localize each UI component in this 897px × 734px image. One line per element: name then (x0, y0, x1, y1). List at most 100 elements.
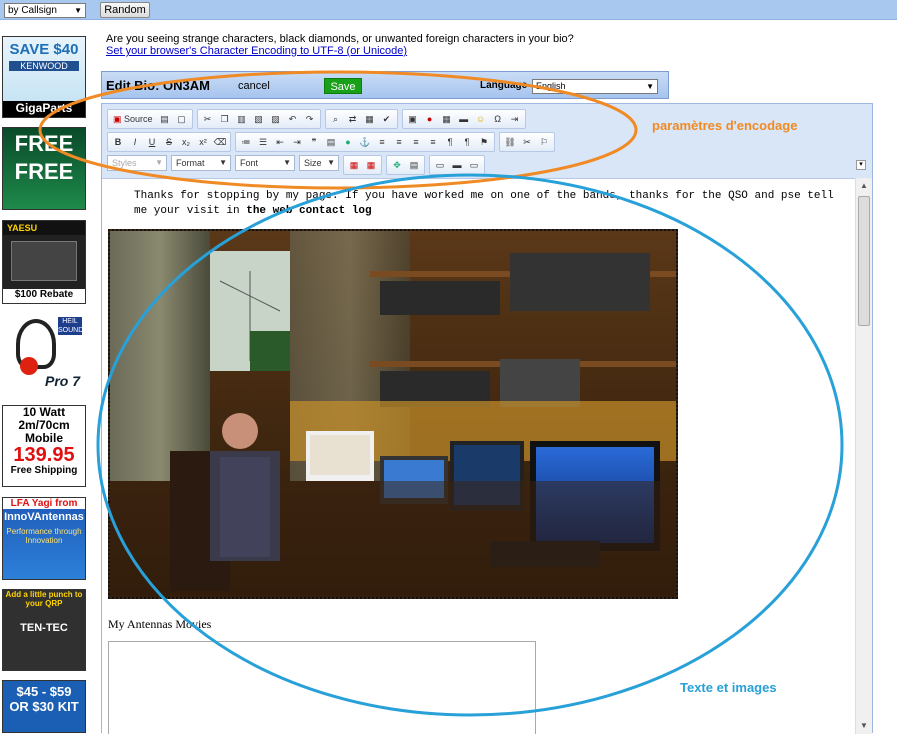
language-icon[interactable]: ⚑ (476, 134, 492, 150)
bookmark-icon[interactable]: ⚐ (536, 134, 552, 150)
align-left-icon[interactable]: ≡ (374, 134, 390, 150)
find-icon[interactable]: ⌕ (328, 111, 344, 127)
table-icon[interactable]: ▦ (439, 111, 455, 127)
ad-yaesu-rebate: $100 Rebate (3, 289, 85, 303)
flash-icon[interactable]: ● (422, 111, 438, 127)
ad-mobile-radio[interactable]: 10 Watt 2m/70cm Mobile 139.95 Free Shipp… (2, 405, 86, 487)
language-select[interactable]: English ▼ (532, 79, 658, 94)
shack-photo[interactable] (108, 229, 678, 599)
bio-intro-part1: Thanks for stopping by my page. If you h… (134, 190, 834, 217)
toolbar-group-basic: B I U S x₂ x² ⌫ (107, 132, 231, 152)
random-button[interactable]: Random (100, 2, 150, 18)
copy-icon[interactable]: ❐ (217, 111, 233, 127)
templates-icon[interactable]: ▢ (174, 111, 190, 127)
button-field-icon[interactable]: ▭ (466, 157, 482, 173)
ad-tentec-brand: TEN-TEC (20, 622, 68, 634)
ad-kit[interactable]: $45 - $59 OR $30 KIT (2, 680, 86, 733)
maximize-icon[interactable]: ✥ (389, 157, 405, 173)
redo-icon[interactable]: ↷ (302, 111, 318, 127)
font-value: Font (240, 158, 259, 168)
ad-heil[interactable]: HEIL SOUND Pro 7 (2, 313, 86, 397)
search-type-select[interactable]: by Callsign ▼ (4, 3, 86, 18)
scroll-thumb[interactable] (858, 196, 870, 326)
link-icon[interactable]: ● (340, 134, 356, 150)
align-justify-icon[interactable]: ≡ (425, 134, 441, 150)
numbered-list-icon[interactable]: ≔ (238, 134, 254, 150)
outdent-icon[interactable]: ⇤ (272, 134, 288, 150)
ad-free[interactable]: FREE FREE (2, 127, 86, 210)
bulleted-list-icon[interactable]: ☰ (255, 134, 271, 150)
anchor-icon[interactable]: ⚓ (357, 134, 373, 150)
encoding-help-link[interactable]: Set your browser's Character Encoding to… (106, 45, 574, 57)
subscript-icon[interactable]: x₂ (178, 134, 194, 150)
insert-link-icon[interactable]: ⛓ (502, 134, 518, 150)
ad-kenwood-logo: GigaParts (3, 101, 85, 117)
superscript-icon[interactable]: x² (195, 134, 211, 150)
web-contact-log-link[interactable]: the web contact log (246, 205, 371, 217)
language-value: English (536, 81, 566, 91)
underline-icon[interactable]: U (144, 134, 160, 150)
italic-icon[interactable]: I (127, 134, 143, 150)
select-all-icon[interactable]: ▦ (362, 111, 378, 127)
horizontal-rule-icon[interactable]: ▬ (456, 111, 472, 127)
ad-ten-tec[interactable]: Add a little punch to your QRP TEN-TEC (2, 589, 86, 671)
styles-combo[interactable]: Styles ▼ (107, 155, 167, 171)
movie-embed-box[interactable] (108, 641, 536, 734)
undo-icon[interactable]: ↶ (285, 111, 301, 127)
shack-photo-svg (110, 231, 676, 597)
image-icon[interactable]: ▣ (405, 111, 421, 127)
content-scrollbar[interactable]: ▲ ▼ (855, 178, 872, 734)
unlink-icon[interactable]: ✂ (519, 134, 535, 150)
save-doc-icon[interactable]: ▤ (157, 111, 173, 127)
page-break-icon[interactable]: ⇥ (507, 111, 523, 127)
text-images-annotation: Texte et images (680, 680, 777, 695)
special-char-icon[interactable]: Ω (490, 111, 506, 127)
cut-icon[interactable]: ✂ (200, 111, 216, 127)
align-right-icon[interactable]: ≡ (408, 134, 424, 150)
paste-word-icon[interactable]: ▨ (268, 111, 284, 127)
text-color-icon[interactable]: ▦ (346, 157, 362, 173)
blockquote-icon[interactable]: ❞ (306, 134, 322, 150)
cancel-link[interactable]: cancel (238, 80, 270, 92)
scroll-down-icon[interactable]: ▼ (856, 718, 872, 734)
div-icon[interactable]: ▤ (323, 134, 339, 150)
save-button[interactable]: Save (324, 78, 362, 94)
align-center-icon[interactable]: ≡ (391, 134, 407, 150)
paste-icon[interactable]: ▥ (234, 111, 250, 127)
source-button[interactable]: ▣ Source (110, 111, 156, 127)
smiley-icon[interactable]: ☺ (473, 111, 489, 127)
ad-yaesu-brand: YAESU (3, 221, 85, 235)
replace-icon[interactable]: ⇄ (345, 111, 361, 127)
rich-text-editor: ▣ Source ▤ ▢ ✂ ❐ ▥ ▧ ▨ ↶ ↷ ⌕ ⇄ ▦ ✔ ▣ ● ▦… (101, 103, 873, 734)
encoding-annotation: paramètres d'encodage (652, 118, 798, 133)
bold-icon[interactable]: B (110, 134, 126, 150)
toolbar-group-links: ⛓ ✂ ⚐ (499, 132, 555, 152)
rtl-icon[interactable]: ¶ (459, 134, 475, 150)
size-combo[interactable]: Size ▼ (299, 155, 339, 171)
strike-icon[interactable]: S (161, 134, 177, 150)
font-combo[interactable]: Font ▼ (235, 155, 295, 171)
indent-icon[interactable]: ⇥ (289, 134, 305, 150)
paste-text-icon[interactable]: ▧ (251, 111, 267, 127)
ad-innov-line1: LFA Yagi from (3, 498, 85, 509)
textfield-icon[interactable]: ▬ (449, 157, 465, 173)
iframe-icon[interactable]: ▭ (432, 157, 448, 173)
spellcheck-icon[interactable]: ✔ (379, 111, 395, 127)
format-combo[interactable]: Format ▼ (171, 155, 231, 171)
editor-content[interactable]: Thanks for stopping by my page. If you h… (102, 178, 856, 734)
ad-kenwood[interactable]: SAVE $40 KENWOOD GigaParts (2, 36, 86, 118)
collapse-toolbar-icon[interactable]: ▾ (856, 160, 866, 170)
toolbar-group-tools: ✥ ▤ (386, 155, 425, 175)
search-type-value: by Callsign (8, 5, 57, 16)
ad-yaesu[interactable]: YAESU $100 Rebate (2, 220, 86, 304)
remove-format-icon[interactable]: ⌫ (212, 134, 228, 150)
radio-image (11, 241, 77, 281)
bio-intro-text: Thanks for stopping by my page. If you h… (134, 189, 846, 219)
bg-color-icon[interactable]: ▦ (363, 157, 379, 173)
edit-bio-title: Edit Bio: ON3AM (106, 78, 210, 93)
top-bar: by Callsign ▼ Random (0, 0, 897, 20)
ltr-icon[interactable]: ¶ (442, 134, 458, 150)
ad-innov-antennas[interactable]: LFA Yagi from InnoVAntennas Performance … (2, 497, 86, 580)
show-blocks-icon[interactable]: ▤ (406, 157, 422, 173)
scroll-up-icon[interactable]: ▲ (856, 178, 872, 194)
